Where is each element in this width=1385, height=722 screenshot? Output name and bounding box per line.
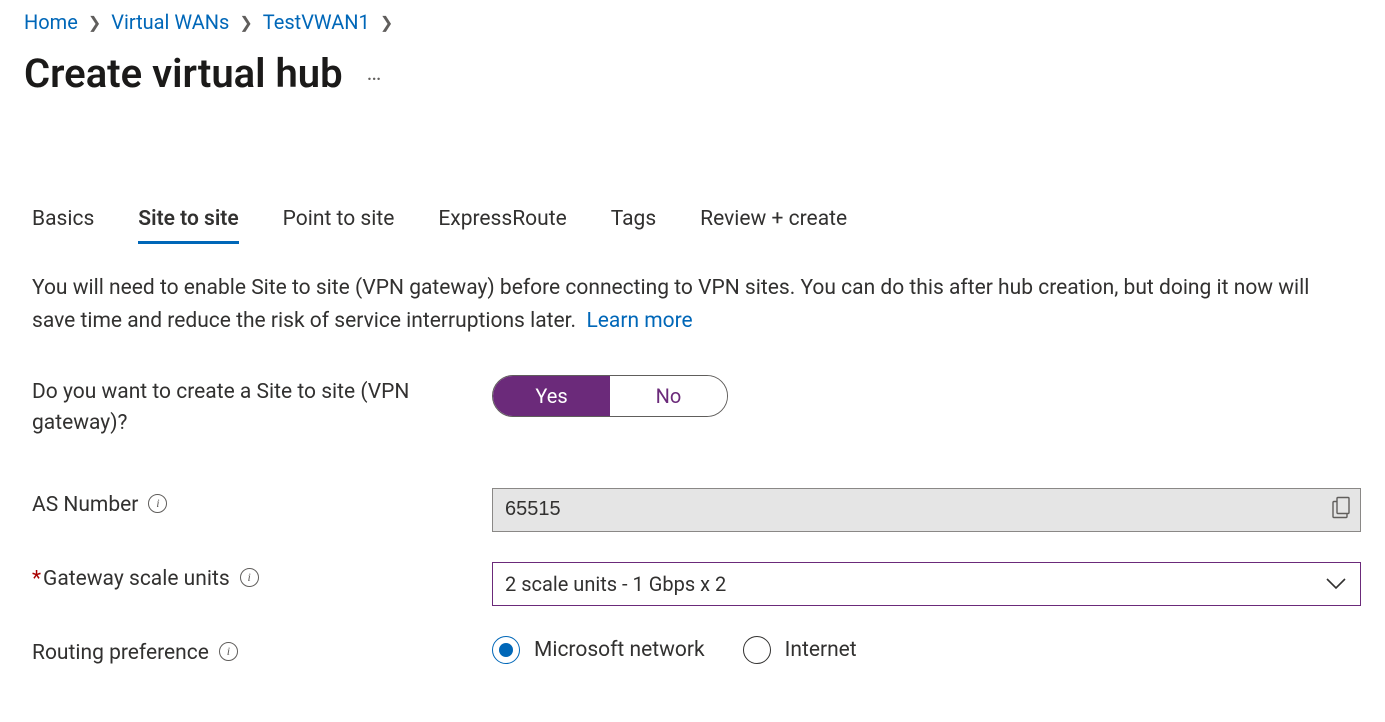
toggle-no[interactable]: No bbox=[610, 376, 727, 416]
tab-basics[interactable]: Basics bbox=[32, 207, 94, 244]
info-icon[interactable]: i bbox=[148, 494, 167, 513]
chevron-right-icon: ❯ bbox=[88, 13, 101, 32]
more-actions-icon[interactable]: … bbox=[367, 61, 384, 86]
radio-circle-icon bbox=[743, 636, 771, 664]
breadcrumb-testvwan1[interactable]: TestVWAN1 bbox=[263, 10, 370, 34]
breadcrumb-home[interactable]: Home bbox=[24, 10, 78, 34]
breadcrumb: Home ❯ Virtual WANs ❯ TestVWAN1 ❯ bbox=[24, 10, 1361, 34]
toggle-create-gateway[interactable]: Yes No bbox=[492, 375, 728, 417]
row-gateway-scale: *Gateway scale units i 2 scale units - 1… bbox=[32, 562, 1361, 606]
radio-label: Internet bbox=[785, 638, 857, 662]
radio-microsoft-network[interactable]: Microsoft network bbox=[492, 636, 705, 664]
tabs: Basics Site to site Point to site Expres… bbox=[32, 207, 1361, 244]
tab-review-create[interactable]: Review + create bbox=[700, 207, 847, 244]
tab-tags[interactable]: Tags bbox=[611, 207, 656, 244]
info-icon[interactable]: i bbox=[219, 642, 238, 661]
chevron-right-icon: ❯ bbox=[239, 13, 252, 32]
label-routing-preference: Routing preference bbox=[32, 638, 209, 668]
required-indicator: * bbox=[32, 567, 41, 591]
breadcrumb-virtual-wans[interactable]: Virtual WANs bbox=[111, 10, 229, 34]
label-create-gateway: Do you want to create a Site to site (VP… bbox=[32, 377, 452, 438]
tab-site-to-site[interactable]: Site to site bbox=[138, 207, 238, 244]
copy-icon[interactable] bbox=[1332, 496, 1351, 523]
row-routing-preference: Routing preference i Microsoft network I… bbox=[32, 636, 1361, 668]
radio-label: Microsoft network bbox=[534, 638, 705, 662]
radio-group-routing: Microsoft network Internet bbox=[492, 636, 1361, 664]
info-icon[interactable]: i bbox=[240, 568, 259, 587]
input-as-number bbox=[492, 488, 1361, 532]
row-create-gateway: Do you want to create a Site to site (VP… bbox=[32, 375, 1361, 438]
tab-point-to-site[interactable]: Point to site bbox=[283, 207, 395, 244]
row-as-number: AS Number i bbox=[32, 488, 1361, 532]
select-gateway-scale-value: 2 scale units - 1 Gbps x 2 bbox=[505, 572, 726, 596]
label-as-number: AS Number bbox=[32, 490, 138, 520]
learn-more-link[interactable]: Learn more bbox=[586, 309, 692, 333]
radio-circle-icon bbox=[492, 636, 520, 664]
radio-internet[interactable]: Internet bbox=[743, 636, 857, 664]
tab-description: You will need to enable Site to site (VP… bbox=[32, 272, 1332, 337]
toggle-yes[interactable]: Yes bbox=[493, 376, 610, 416]
label-gateway-scale: Gateway scale units bbox=[43, 567, 230, 591]
tab-expressroute[interactable]: ExpressRoute bbox=[438, 207, 566, 244]
page-header: Create virtual hub … bbox=[24, 50, 1361, 97]
chevron-right-icon: ❯ bbox=[380, 13, 393, 32]
select-gateway-scale[interactable]: 2 scale units - 1 Gbps x 2 bbox=[492, 562, 1361, 606]
page-title: Create virtual hub bbox=[24, 50, 343, 97]
